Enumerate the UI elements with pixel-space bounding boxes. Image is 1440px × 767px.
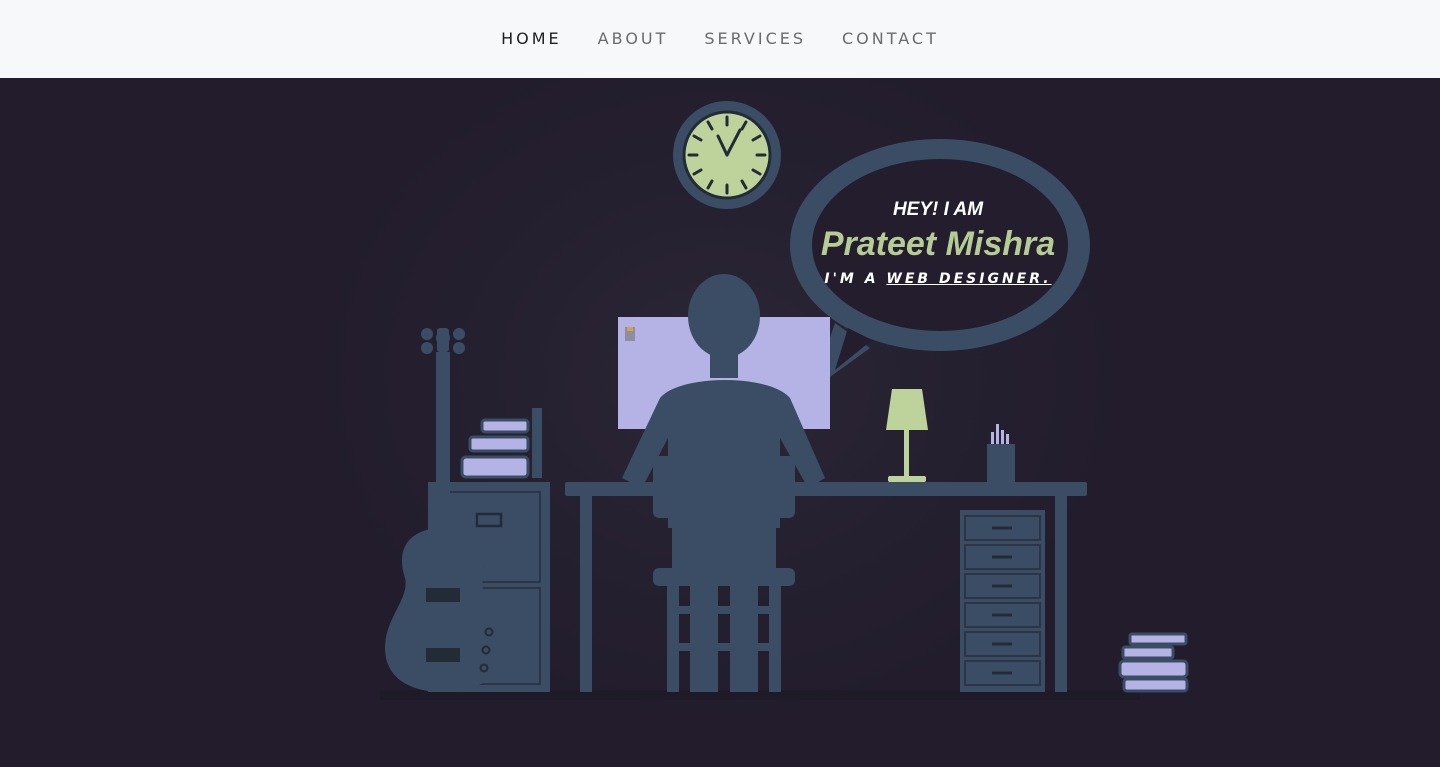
nav-contact[interactable]: CONTACT: [824, 0, 957, 78]
pencil-cup-icon: [987, 424, 1015, 482]
floor-books-icon: [1118, 632, 1189, 693]
hero-section: HEY! I AM Prateet Mishra I'M A WEB DESIG…: [0, 78, 1440, 767]
role-text: I'M A WEB DESIGNER.: [808, 268, 1068, 290]
nav-about[interactable]: ABOUT: [580, 0, 687, 78]
chair: [653, 456, 795, 692]
role-prefix: I'M A: [824, 271, 879, 287]
workspace-illustration: [380, 101, 1189, 700]
nav-services[interactable]: SERVICES: [686, 0, 824, 78]
nav-home[interactable]: HOME: [483, 0, 580, 78]
top-navigation: HOME ABOUT SERVICES CONTACT: [0, 0, 1440, 78]
books-icon: [460, 408, 542, 479]
person-name: Prateet Mishra: [820, 225, 1056, 263]
role-link[interactable]: WEB DESIGNER.: [886, 271, 1051, 287]
clock-icon: [673, 101, 781, 209]
greeting-text: HEY! I AM: [892, 199, 984, 220]
lamp-icon: [886, 389, 928, 482]
intro-text: HEY! I AM Prateet Mishra I'M A WEB DESIG…: [808, 196, 1068, 290]
